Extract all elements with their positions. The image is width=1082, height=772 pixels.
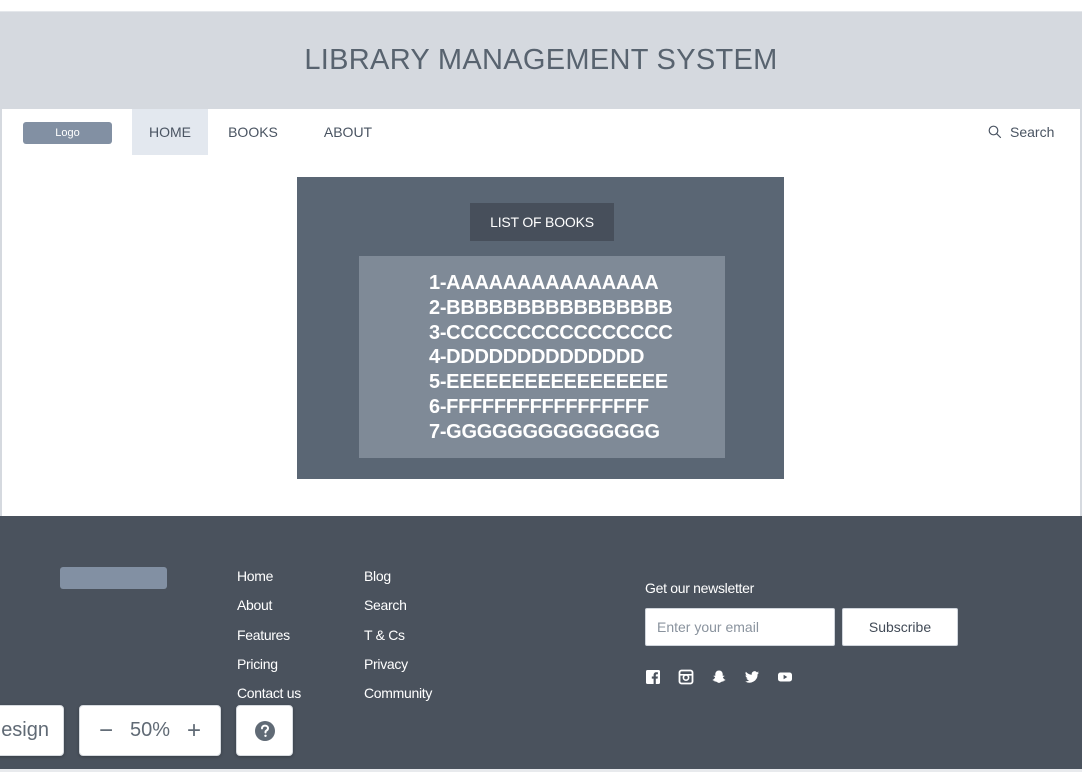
footer-link-pricing[interactable]: Pricing xyxy=(237,656,301,685)
zoom-level: 50% xyxy=(129,719,171,741)
nav-item-books[interactable]: BOOKS xyxy=(218,109,288,155)
footer-link-about[interactable]: About xyxy=(237,597,301,626)
twitter-icon[interactable] xyxy=(744,669,760,685)
newsletter-label: Get our newsletter xyxy=(645,580,754,596)
social-links xyxy=(645,669,793,685)
navbar: Logo HOME BOOKS ABOUT Search xyxy=(0,109,1082,155)
footer-link-blog[interactable]: Blog xyxy=(364,568,432,597)
footer-link-community[interactable]: Community xyxy=(364,685,432,714)
footer-link-features[interactable]: Features xyxy=(237,627,301,656)
top-strip xyxy=(0,0,1082,12)
book-item: 3-CCCCCCCCCCCCCCCC xyxy=(429,321,673,344)
search-link[interactable]: Search xyxy=(988,109,1054,155)
book-item: 5-EEEEEEEEEEEEEEEEE xyxy=(429,371,668,394)
book-item: 7-GGGGGGGGGGGGGG xyxy=(429,420,660,443)
zoom-in-button[interactable]: + xyxy=(184,717,204,745)
facebook-icon[interactable] xyxy=(645,669,661,685)
list-of-books-button[interactable]: LIST OF BOOKS xyxy=(470,203,614,241)
books-list: 1-AAAAAAAAAAAAAAA 2-BBBBBBBBBBBBBBBB 3-C… xyxy=(359,256,725,458)
books-panel: LIST OF BOOKS 1-AAAAAAAAAAAAAAA 2-BBBBBB… xyxy=(297,177,784,479)
footer-links-col-1: Home About Features Pricing Contact us xyxy=(237,568,301,714)
instagram-icon[interactable] xyxy=(678,669,694,685)
book-item: 6-FFFFFFFFFFFFFFFFF xyxy=(429,395,649,418)
nav-item-home[interactable]: HOME xyxy=(132,109,208,155)
page-title: LIBRARY MANAGEMENT SYSTEM xyxy=(304,44,778,76)
footer-logo[interactable] xyxy=(60,567,167,589)
nav-item-about[interactable]: ABOUT xyxy=(316,109,380,155)
zoom-control: − 50% + xyxy=(79,705,221,756)
footer-link-search[interactable]: Search xyxy=(364,597,432,626)
footer-links-col-2: Blog Search T & Cs Privacy Community xyxy=(364,568,432,714)
book-item: 1-AAAAAAAAAAAAAAA xyxy=(429,272,659,294)
header-banner: LIBRARY MANAGEMENT SYSTEM xyxy=(0,12,1082,109)
design-mode-label: esign xyxy=(1,719,49,741)
footer-link-home[interactable]: Home xyxy=(237,568,301,597)
search-label: Search xyxy=(1010,124,1055,140)
search-icon xyxy=(988,125,1002,139)
snapchat-icon[interactable] xyxy=(711,669,727,685)
book-item: 2-BBBBBBBBBBBBBBBB xyxy=(429,296,673,319)
frame-border-left xyxy=(0,109,2,516)
footer-link-privacy[interactable]: Privacy xyxy=(364,656,432,685)
youtube-icon[interactable] xyxy=(777,669,793,685)
email-field[interactable] xyxy=(645,608,835,646)
logo[interactable]: Logo xyxy=(23,122,112,144)
footer-link-terms[interactable]: T & Cs xyxy=(364,627,432,656)
book-item: 4-DDDDDDDDDDDDDD xyxy=(429,346,645,369)
subscribe-button[interactable]: Subscribe xyxy=(842,608,958,646)
help-icon xyxy=(254,720,275,741)
zoom-out-button[interactable]: − xyxy=(96,717,116,745)
design-mode-button[interactable]: esign xyxy=(0,705,64,756)
help-button[interactable] xyxy=(236,705,293,756)
